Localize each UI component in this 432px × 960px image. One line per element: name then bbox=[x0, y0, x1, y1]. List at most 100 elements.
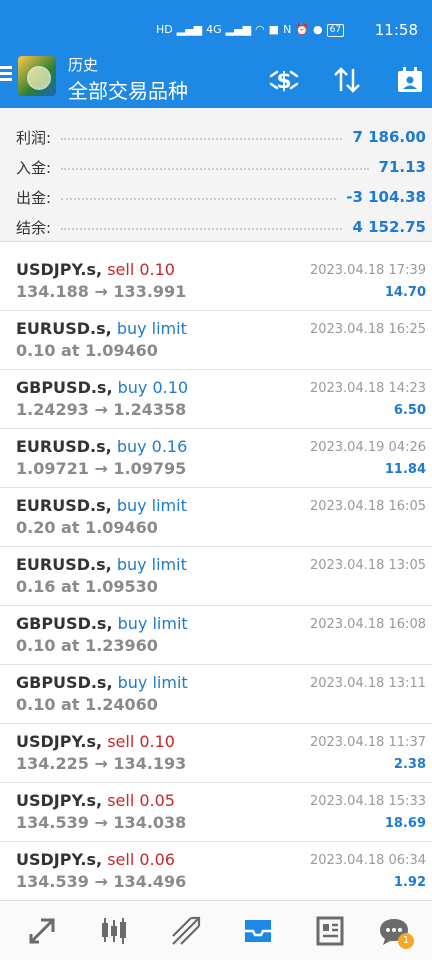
app-header: 历史 全部交易品种 $ bbox=[0, 44, 432, 108]
order-symbol: USDJPY.s, bbox=[16, 260, 103, 279]
history-list: USDJPY.s, sell 0.10 134.188 → 133.991 20… bbox=[0, 252, 432, 901]
summary-panel: 利润: 7 186.00 入金: 71.13 出金: -3 104.38 结余:… bbox=[0, 108, 432, 242]
order-time: 2023.04.18 06:34 bbox=[309, 853, 426, 868]
list-item[interactable]: GBPUSD.s, buy 0.10 1.24293 → 1.24358 202… bbox=[0, 370, 432, 429]
summary-label: 利润: bbox=[16, 128, 52, 147]
dotted-leader bbox=[61, 168, 369, 170]
list-item[interactable]: GBPUSD.s, buy limit 0.10 at 1.24060 2023… bbox=[0, 665, 432, 724]
order-time: 2023.04.18 16:05 bbox=[309, 499, 426, 514]
page-subtitle: 历史 bbox=[68, 56, 99, 74]
order-time: 2023.04.18 16:08 bbox=[309, 617, 426, 632]
messages-badge: 1 bbox=[398, 933, 414, 949]
order-time: 2023.04.19 04:26 bbox=[309, 440, 426, 455]
dotted-leader bbox=[61, 138, 343, 140]
order-symbol: USDJPY.s, bbox=[16, 850, 103, 869]
order-prices: 0.20 at 1.09460 bbox=[16, 518, 158, 537]
order-symbol: EURUSD.s, bbox=[16, 319, 112, 338]
header-titles: 历史 全部交易品种 bbox=[68, 56, 188, 104]
currency-icon[interactable]: $ bbox=[268, 64, 300, 96]
order-type: buy limit bbox=[116, 496, 187, 515]
list-item[interactable]: GBPUSD.s, buy limit 0.10 at 1.23960 2023… bbox=[0, 606, 432, 665]
list-item[interactable]: EURUSD.s, buy 0.16 1.09721 → 1.09795 202… bbox=[0, 429, 432, 488]
order-symbol: USDJPY.s, bbox=[16, 791, 103, 810]
list-item[interactable]: USDJPY.s, sell 0.10 134.225 → 134.193 20… bbox=[0, 724, 432, 783]
order-symbol: EURUSD.s, bbox=[16, 437, 112, 456]
order-type: buy limit bbox=[117, 614, 188, 633]
list-item[interactable]: USDJPY.s, sell 0.10 134.188 → 133.991 20… bbox=[0, 252, 432, 311]
svg-text:$: $ bbox=[276, 69, 291, 94]
summary-value: -3 104.38 bbox=[346, 188, 426, 206]
list-item[interactable]: EURUSD.s, buy limit 0.10 at 1.09460 2023… bbox=[0, 311, 432, 370]
order-type: sell 0.06 bbox=[107, 850, 175, 869]
order-symbol: EURUSD.s, bbox=[16, 555, 112, 574]
order-profit: 18.69 bbox=[384, 816, 426, 831]
list-item[interactable]: USDJPY.s, sell 0.05 134.539 → 134.038 20… bbox=[0, 783, 432, 842]
list-item[interactable]: EURUSD.s, buy limit 0.16 at 1.09530 2023… bbox=[0, 547, 432, 606]
summary-row-balance: 结余: 4 152.75 bbox=[0, 212, 432, 242]
order-prices: 134.188 → 133.991 bbox=[16, 282, 187, 301]
order-time: 2023.04.18 13:11 bbox=[309, 676, 426, 691]
order-time: 2023.04.18 15:33 bbox=[309, 794, 426, 809]
chart-icon[interactable] bbox=[94, 911, 134, 951]
order-type: buy limit bbox=[116, 555, 187, 574]
wifi-icon: ◠ bbox=[255, 23, 265, 36]
alarm-icon: ⏰ bbox=[295, 23, 310, 36]
order-profit: 1.92 bbox=[393, 875, 426, 890]
order-type: buy limit bbox=[117, 673, 188, 692]
summary-label: 入金: bbox=[16, 158, 52, 177]
order-symbol: GBPUSD.s, bbox=[16, 673, 113, 692]
list-item[interactable]: USDJPY.s, sell 0.06 134.539 → 134.496 20… bbox=[0, 842, 432, 901]
order-symbol: USDJPY.s, bbox=[16, 732, 103, 751]
order-profit: 6.50 bbox=[393, 403, 426, 418]
history-icon[interactable] bbox=[238, 911, 278, 951]
order-time: 2023.04.18 14:23 bbox=[309, 381, 426, 396]
list-item[interactable]: EURUSD.s, buy limit 0.20 at 1.09460 2023… bbox=[0, 488, 432, 547]
order-prices: 134.539 → 134.496 bbox=[16, 872, 187, 891]
summary-value: 4 152.75 bbox=[352, 218, 426, 236]
order-symbol: GBPUSD.s, bbox=[16, 378, 113, 397]
nfc-icon: N bbox=[283, 23, 292, 36]
mic-icon: ● bbox=[313, 23, 323, 36]
summary-row-withdrawal: 出金: -3 104.38 bbox=[0, 182, 432, 212]
status-time: 11:58 bbox=[374, 21, 418, 39]
order-time: 2023.04.18 17:39 bbox=[309, 263, 426, 278]
signal-icon-2: ▂▄▆ bbox=[225, 23, 252, 36]
order-prices: 0.10 at 1.24060 bbox=[16, 695, 158, 714]
status-icons: HD ▂▄▆ 4G ▂▄▆ ◠ ■ N ⏰ ● 67 bbox=[156, 20, 345, 40]
video-icon: ■ bbox=[268, 23, 280, 36]
summary-value: 71.13 bbox=[378, 158, 426, 176]
order-time: 2023.04.18 13:05 bbox=[309, 558, 426, 573]
dotted-leader bbox=[61, 228, 343, 230]
order-prices: 134.225 → 134.193 bbox=[16, 754, 187, 773]
order-prices: 134.539 → 134.038 bbox=[16, 813, 187, 832]
order-time: 2023.04.18 11:37 bbox=[309, 735, 426, 750]
trade-icon[interactable] bbox=[166, 911, 206, 951]
sort-icon[interactable] bbox=[331, 64, 363, 96]
order-prices: 0.16 at 1.09530 bbox=[16, 577, 158, 596]
summary-label: 结余: bbox=[16, 218, 52, 237]
calendar-icon[interactable] bbox=[394, 64, 426, 96]
summary-label: 出金: bbox=[16, 188, 52, 207]
battery-icon: 67 bbox=[326, 23, 345, 37]
messages-icon[interactable]: 1 bbox=[374, 911, 414, 951]
hd-label: HD bbox=[156, 23, 173, 36]
signal-icon: ▂▄▆ bbox=[176, 23, 203, 36]
page-title[interactable]: 全部交易品种 bbox=[68, 78, 188, 104]
order-prices: 0.10 at 1.23960 bbox=[16, 636, 158, 655]
order-symbol: GBPUSD.s, bbox=[16, 614, 113, 633]
quotes-icon[interactable] bbox=[22, 911, 62, 951]
menu-icon[interactable] bbox=[0, 66, 12, 82]
app-logo bbox=[18, 56, 56, 96]
status-bar: HD ▂▄▆ 4G ▂▄▆ ◠ ■ N ⏰ ● 67 11:58 bbox=[0, 0, 432, 44]
order-type: buy 0.10 bbox=[117, 378, 189, 397]
order-symbol: EURUSD.s, bbox=[16, 496, 112, 515]
news-icon[interactable] bbox=[310, 911, 350, 951]
summary-value: 7 186.00 bbox=[352, 128, 426, 146]
summary-row-deposit: 入金: 71.13 bbox=[0, 152, 432, 182]
order-type: sell 0.10 bbox=[107, 732, 175, 751]
order-type: buy 0.16 bbox=[116, 437, 188, 456]
dotted-leader bbox=[61, 198, 337, 200]
order-profit: 2.38 bbox=[393, 757, 426, 772]
summary-row-profit: 利润: 7 186.00 bbox=[0, 122, 432, 152]
order-profit: 11.84 bbox=[384, 462, 426, 477]
